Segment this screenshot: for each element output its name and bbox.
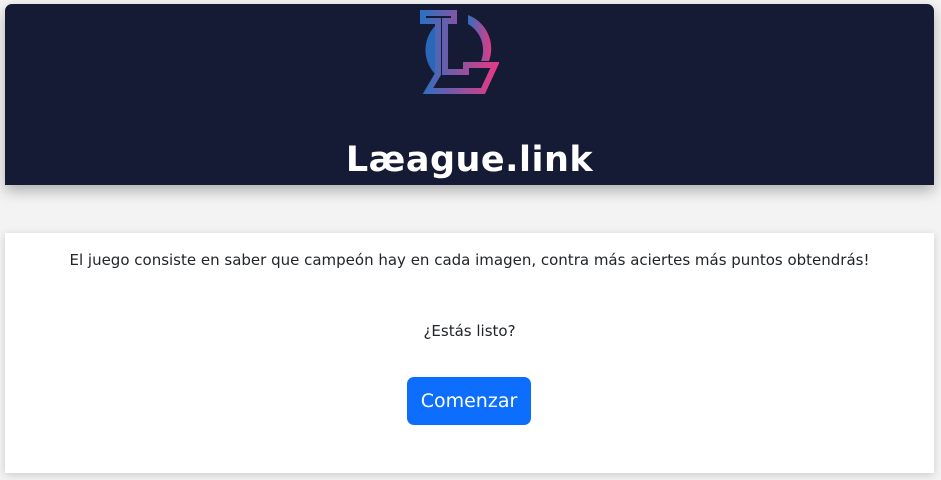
site-title: Læague.link bbox=[345, 140, 594, 180]
intro-card: El juego consiste en saber que campeón h… bbox=[5, 233, 934, 473]
league-link-logo-icon bbox=[420, 10, 499, 94]
site-header: Læague.link bbox=[5, 4, 934, 185]
game-description: El juego consiste en saber que campeón h… bbox=[69, 251, 870, 269]
page: Læague.link El juego consiste en saber q… bbox=[0, 0, 941, 480]
ready-question: ¿Estás listo? bbox=[423, 322, 516, 340]
start-button[interactable]: Comenzar bbox=[407, 377, 531, 425]
